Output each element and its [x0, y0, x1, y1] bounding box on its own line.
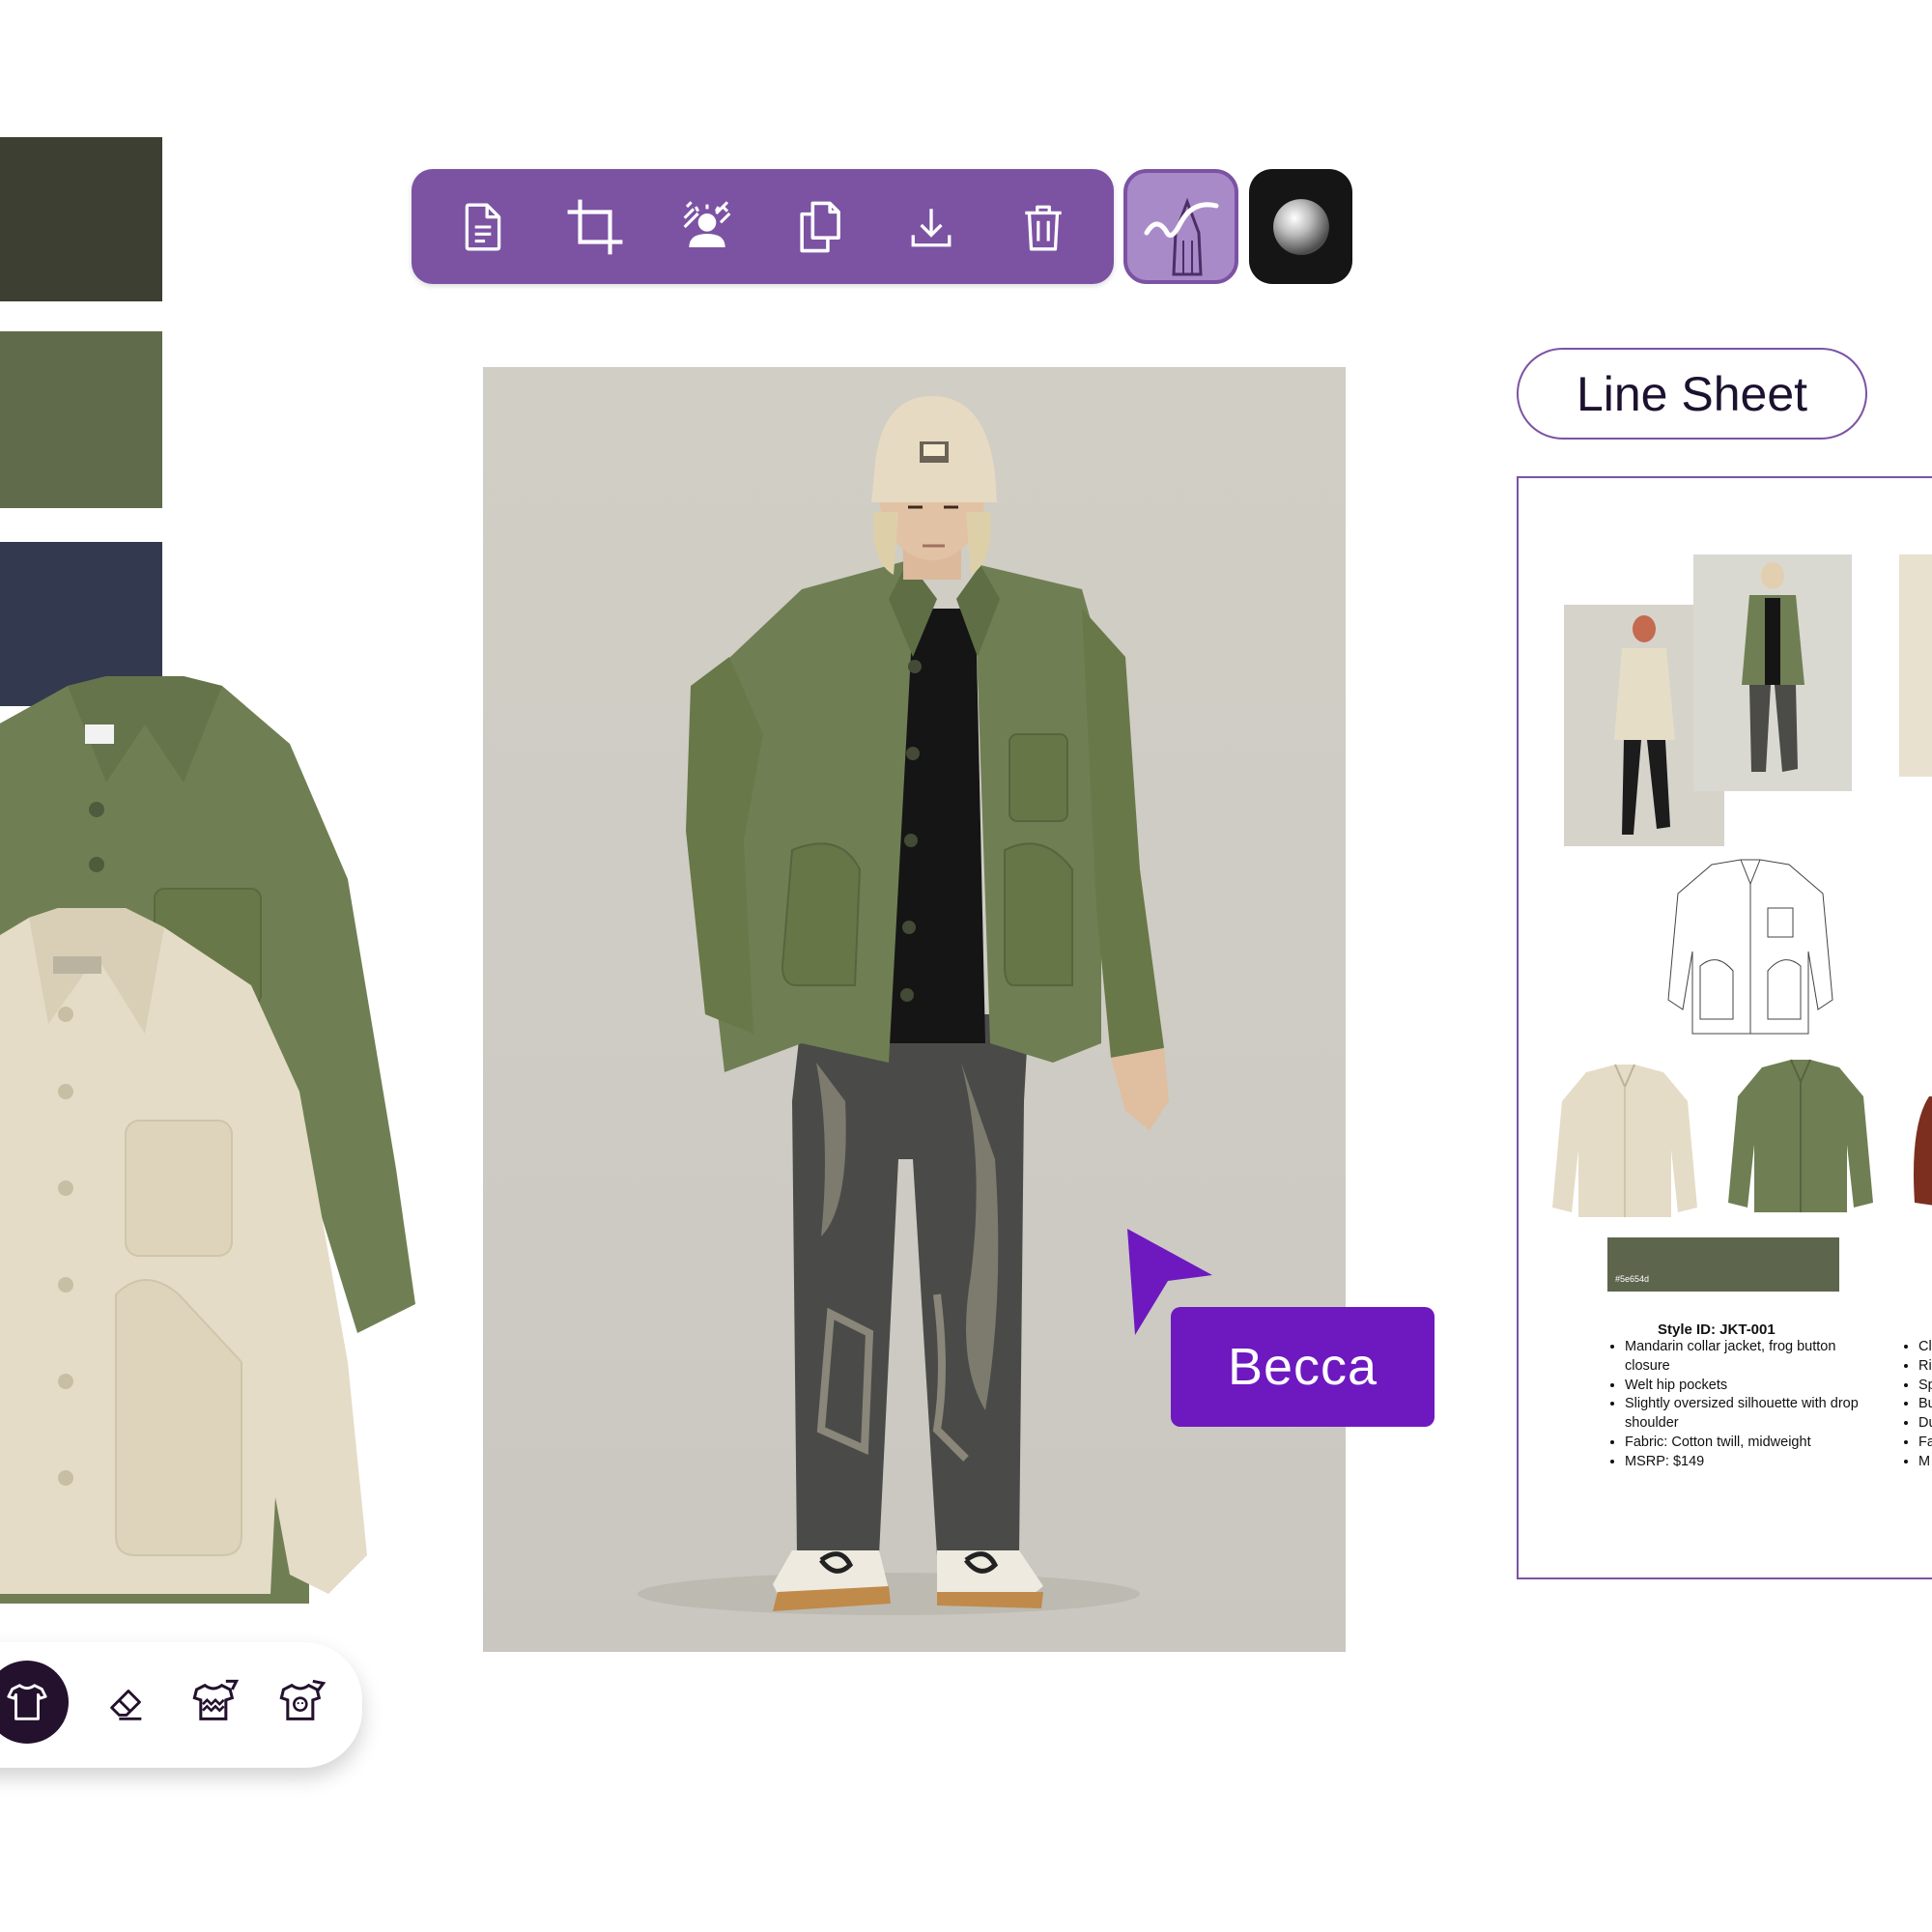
spec-bullet-cut: Ri	[1918, 1357, 1932, 1377]
spec-bullet: Fabric: Cotton twill, midweight	[1625, 1434, 1876, 1453]
trash-icon	[1025, 205, 1062, 251]
toolbar-duplicate-button[interactable]	[784, 192, 854, 262]
toolbar-document-button[interactable]	[448, 192, 518, 262]
spec-bullet: Slightly oversized silhouette with drop …	[1625, 1395, 1876, 1434]
line-sheet-style-id: Style ID: JKT-001	[1658, 1321, 1776, 1338]
pattern-brush-icon	[192, 1679, 240, 1720]
line-sheet-swatch-hex: #5e654d	[1615, 1274, 1650, 1284]
pattern-brush-tool-button[interactable]	[174, 1661, 257, 1744]
line-sheet-spec-list: Mandarin collar jacket, frog button clos…	[1607, 1338, 1876, 1472]
palette-swatch-sage-green[interactable]	[0, 331, 162, 508]
eraser-icon	[110, 1690, 142, 1720]
line-sheet-panel[interactable]: #5e654d Style ID: JKT-001 Mandarin colla…	[1517, 476, 1932, 1579]
model-green-jacket-illustration	[1742, 562, 1804, 772]
collaborator-name-tag: Becca	[1171, 1307, 1435, 1427]
toolbar-trash-button[interactable]	[1009, 192, 1078, 262]
pencil-sketch-icon	[1144, 197, 1219, 276]
model-figure-illustration	[638, 396, 1169, 1615]
jacket-flatlay-illustration	[0, 676, 415, 1604]
line-sheet-jacket-brown-partial[interactable]	[1910, 1096, 1932, 1212]
spec-bullet: Welt hip pockets	[1625, 1377, 1876, 1396]
material-preview-button[interactable]	[1249, 169, 1352, 284]
download-icon	[911, 209, 952, 247]
spec-bullet-cut: Cl co	[1918, 1338, 1932, 1357]
spec-bullet-cut: Fa	[1918, 1434, 1932, 1453]
eraser-tool-button[interactable]	[85, 1661, 168, 1744]
spec-bullet: Mandarin collar jacket, frog button clos…	[1625, 1338, 1876, 1377]
line-sheet-model-photo-partial[interactable]	[1899, 554, 1932, 777]
spec-bullet: MSRP: $149	[1625, 1453, 1876, 1472]
tshirt-icon	[7, 1684, 47, 1720]
spec-bullet-cut: Sp	[1918, 1377, 1932, 1396]
graphic-tee-tool-button[interactable]	[261, 1661, 344, 1744]
spec-bullet-cut: Du	[1918, 1414, 1932, 1434]
model-photo[interactable]	[483, 367, 1346, 1652]
line-sheet-model-photo-green[interactable]	[1693, 554, 1852, 791]
duplicate-icon	[800, 201, 840, 253]
line-sheet-swatch-partial[interactable]	[1924, 1237, 1932, 1292]
image-toolbar	[412, 169, 1114, 284]
toolbar-background-remove-button[interactable]	[672, 192, 742, 262]
line-sheet-spec-list-cut: Cl co Ri Sp Bu ha Du Fa M	[1901, 1338, 1932, 1472]
spec-bullet-cut: Bu ha	[1918, 1395, 1932, 1414]
line-sheet-color-swatch[interactable]: #5e654d	[1607, 1237, 1839, 1292]
toolbar-download-button[interactable]	[896, 192, 966, 262]
line-sheet-jacket-green[interactable]	[1723, 1058, 1878, 1222]
spec-bullet-cut: M	[1918, 1453, 1932, 1472]
graphic-tee-icon	[279, 1679, 327, 1720]
background-remove-icon	[683, 201, 731, 247]
garment-tool-dock	[0, 1642, 362, 1768]
sphere-icon	[1272, 198, 1329, 255]
sketch-mode-button[interactable]	[1123, 169, 1238, 284]
palette-swatch-dark-olive[interactable]	[0, 137, 162, 301]
garment-flatlay[interactable]	[0, 667, 425, 1604]
jacket-tech-sketch[interactable]	[1663, 855, 1837, 1038]
line-sheet-button[interactable]: Line Sheet	[1517, 348, 1867, 440]
tshirt-tool-button[interactable]	[0, 1661, 69, 1744]
toolbar-crop-button[interactable]	[560, 192, 630, 262]
document-icon	[465, 203, 501, 251]
crop-icon	[567, 199, 623, 255]
line-sheet-jacket-cream[interactable]	[1548, 1063, 1702, 1222]
